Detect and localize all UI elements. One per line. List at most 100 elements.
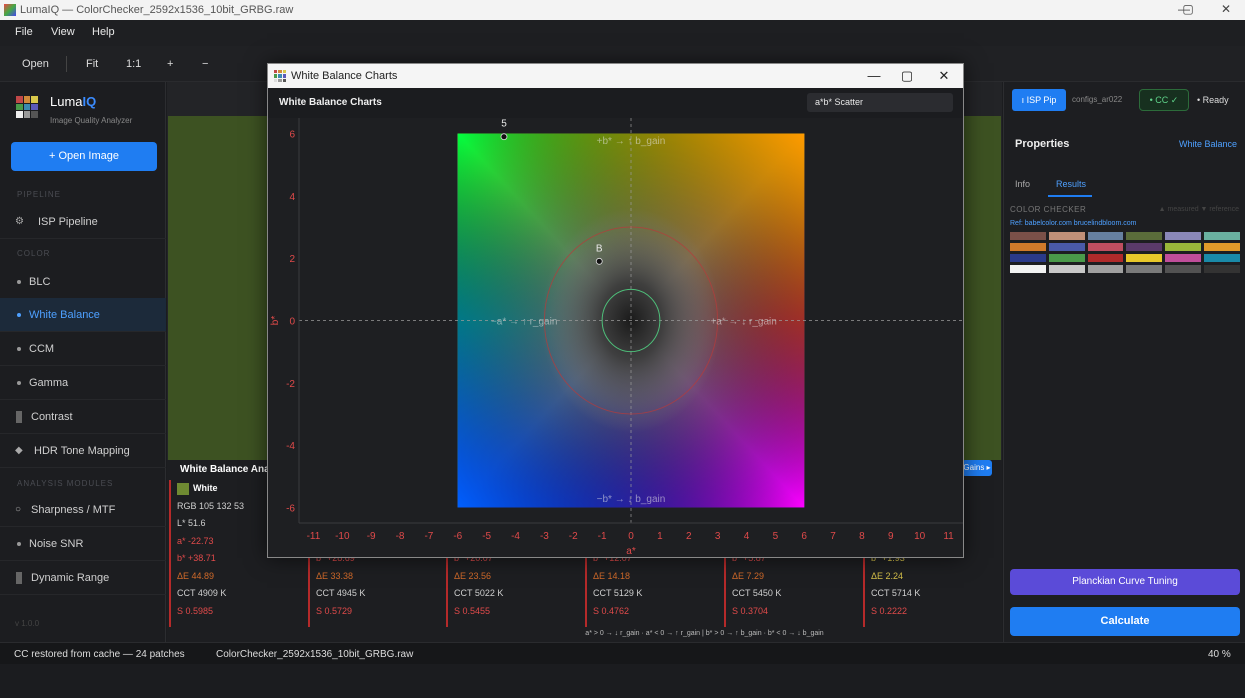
color-swatch[interactable] bbox=[1048, 265, 1085, 273]
color-swatch[interactable] bbox=[1010, 232, 1046, 240]
modal-app-icon bbox=[274, 70, 286, 82]
sidebar-item-dynamic-range[interactable]: Dynamic Range bbox=[0, 561, 166, 595]
x-tick-label: 11 bbox=[943, 531, 954, 542]
menu-view[interactable]: View bbox=[51, 26, 75, 38]
menu-help[interactable]: Help bbox=[92, 26, 115, 38]
patch-column: b* +28.69 ΔE 33.38 CCT 4945 K S 0.5729 bbox=[308, 550, 446, 627]
modal-maximize-button[interactable]: ▢ bbox=[892, 68, 922, 84]
color-swatch[interactable] bbox=[1204, 265, 1240, 273]
dot-icon bbox=[15, 539, 25, 549]
color-swatch[interactable] bbox=[1204, 232, 1240, 240]
config-name[interactable]: configs_ar022 bbox=[1072, 95, 1122, 104]
circle-icon: ○ bbox=[15, 504, 22, 515]
patch-s: S 0.5455 bbox=[454, 605, 491, 616]
color-swatch[interactable] bbox=[1126, 254, 1163, 262]
data-point-label: B bbox=[596, 243, 603, 254]
color-swatch[interactable] bbox=[1010, 243, 1046, 251]
color-swatch[interactable] bbox=[1010, 265, 1046, 273]
x-tick-label: -10 bbox=[335, 531, 350, 542]
color-swatch[interactable] bbox=[1204, 254, 1240, 262]
tab-info[interactable]: Info bbox=[1015, 179, 1030, 189]
color-swatch[interactable] bbox=[1010, 254, 1046, 262]
window-title: LumaIQ — ColorChecker_2592x1536_10bit_GR… bbox=[20, 4, 294, 16]
dot-icon bbox=[15, 378, 25, 388]
y-axis-label: b* bbox=[270, 316, 281, 326]
color-swatch[interactable] bbox=[1126, 243, 1163, 251]
chart-panel-title: White Balance Charts bbox=[279, 97, 382, 108]
color-swatch[interactable] bbox=[1048, 243, 1085, 251]
color-swatch[interactable] bbox=[1048, 232, 1085, 240]
maximize-button[interactable]: ▢ bbox=[1170, 2, 1206, 16]
modal-minimize-button[interactable]: — bbox=[859, 68, 889, 83]
open-button[interactable]: Open bbox=[22, 58, 49, 70]
x-tick-label: -2 bbox=[569, 531, 578, 542]
open-image-button[interactable]: + Open Image bbox=[11, 142, 157, 171]
data-point[interactable] bbox=[595, 257, 603, 265]
swatch-row bbox=[1010, 254, 1240, 262]
sidebar-item-white-balance[interactable]: White Balance bbox=[0, 298, 166, 332]
sidebar-item-noise-snr[interactable]: Noise SNR bbox=[0, 527, 166, 561]
status-bar: CC restored from cache — 24 patches Colo… bbox=[0, 642, 1245, 664]
chart-type-select[interactable]: a*b* Scatter bbox=[807, 93, 953, 112]
ab-scatter-chart[interactable]: −a* → ↑ r_gain +a* → ↓ r_gain −b* → ↓ b_ga… bbox=[268, 118, 963, 558]
tab-active-indicator bbox=[1048, 195, 1092, 197]
x-tick-label: 3 bbox=[715, 531, 721, 542]
zoom-1to1-button[interactable]: 1:1 bbox=[126, 58, 141, 70]
close-button[interactable]: ✕ bbox=[1208, 2, 1244, 16]
section-analysis-modules: ANALYSIS MODULES bbox=[17, 479, 114, 488]
calculate-button[interactable]: Calculate bbox=[1010, 607, 1240, 636]
sidebar-item-gamma[interactable]: Gamma bbox=[0, 366, 166, 400]
data-point-label: 5 bbox=[501, 119, 507, 130]
planckian-curve-tuning-button[interactable]: Planckian Curve Tuning bbox=[1010, 569, 1240, 595]
diamond-icon: ◆ bbox=[15, 445, 23, 456]
color-swatch[interactable] bbox=[1048, 254, 1085, 262]
color-checker-grid bbox=[1010, 232, 1240, 276]
ready-status: • Ready bbox=[1197, 95, 1229, 105]
toolbar-divider bbox=[66, 56, 67, 72]
y-tick-label: -6 bbox=[286, 503, 295, 514]
color-checker-legend: ▲ measured ▼ reference bbox=[1158, 206, 1239, 213]
color-swatch[interactable] bbox=[1165, 243, 1202, 251]
reference-links[interactable]: Ref: babelcolor.com brucelindbloom.com bbox=[1010, 220, 1136, 227]
color-swatch[interactable] bbox=[1165, 254, 1202, 262]
menu-file[interactable]: File bbox=[15, 26, 33, 38]
color-swatch[interactable] bbox=[1087, 243, 1124, 251]
color-swatch[interactable] bbox=[1126, 232, 1163, 240]
isp-pipeline-button[interactable]: ı ISP Pip bbox=[1012, 89, 1066, 111]
color-swatch[interactable] bbox=[1087, 254, 1124, 262]
data-point[interactable] bbox=[500, 133, 508, 141]
sidebar-item-hdr-tone-mapping[interactable]: ◆ HDR Tone Mapping bbox=[0, 434, 166, 468]
zoom-in-button[interactable]: + bbox=[167, 58, 173, 70]
y-tick-label: 0 bbox=[289, 317, 295, 328]
swatch-row bbox=[1010, 265, 1240, 273]
x-tick-label: 1 bbox=[657, 531, 663, 542]
x-tick-label: -8 bbox=[396, 531, 405, 542]
x-tick-label: 2 bbox=[686, 531, 692, 542]
zoom-out-button[interactable]: − bbox=[202, 58, 208, 70]
modal-close-button[interactable]: ✕ bbox=[929, 68, 959, 84]
sidebar-item-isp-pipeline[interactable]: ⚙ ISP Pipeline bbox=[0, 205, 166, 239]
color-swatch[interactable] bbox=[1126, 265, 1163, 273]
color-swatch[interactable] bbox=[1204, 243, 1240, 251]
x-tick-label: 6 bbox=[801, 531, 807, 542]
x-tick-label: -5 bbox=[482, 531, 491, 542]
sidebar-item-sharpness[interactable]: ○ Sharpness / MTF bbox=[0, 493, 166, 527]
gain-legend: a* > 0 → ↓ r_gain · a* < 0 → ↑ r_gain | … bbox=[407, 630, 1002, 640]
fit-button[interactable]: Fit bbox=[86, 58, 98, 70]
color-swatch[interactable] bbox=[1165, 232, 1202, 240]
app-icon bbox=[4, 4, 16, 16]
sidebar-item-ccm[interactable]: CCM bbox=[0, 332, 166, 366]
bar-icon bbox=[16, 411, 22, 423]
color-swatch[interactable] bbox=[1087, 232, 1124, 240]
sidebar-item-contrast[interactable]: Contrast bbox=[0, 400, 166, 434]
patch-column: b* +5.87 ΔE 7.29 CCT 5450 K S 0.3704 bbox=[724, 550, 862, 627]
properties-module-link[interactable]: White Balance bbox=[1179, 139, 1237, 149]
sidebar-item-blc[interactable]: BLC bbox=[0, 265, 166, 299]
y-tick-label: -4 bbox=[286, 441, 295, 452]
gains-button[interactable]: Gains ▸ bbox=[962, 460, 992, 476]
patch-cct: CCT 5129 K bbox=[593, 588, 643, 598]
color-swatch[interactable] bbox=[1087, 265, 1124, 273]
color-swatch[interactable] bbox=[1165, 265, 1202, 273]
tab-results[interactable]: Results bbox=[1056, 179, 1086, 189]
patch-swatch bbox=[177, 482, 189, 495]
